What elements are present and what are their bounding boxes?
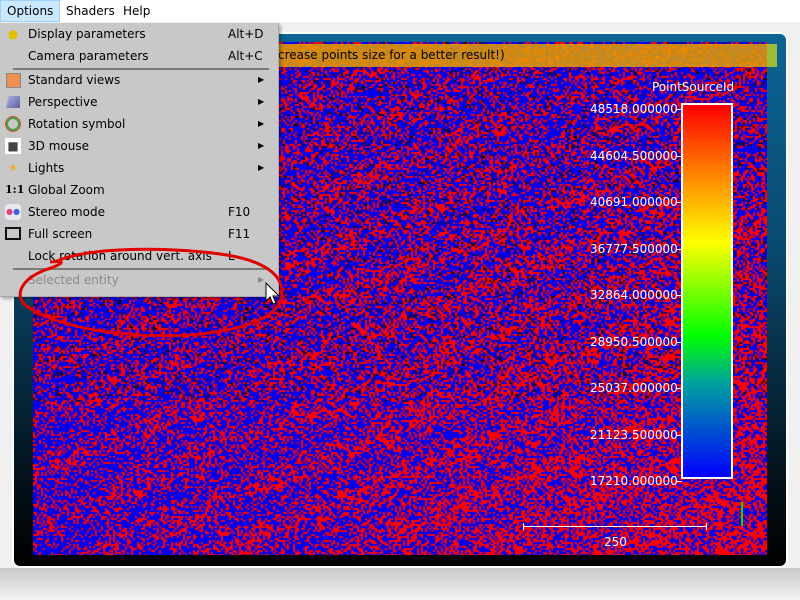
red-annotation-circle bbox=[18, 247, 284, 338]
mouse-cursor-icon bbox=[265, 282, 281, 305]
